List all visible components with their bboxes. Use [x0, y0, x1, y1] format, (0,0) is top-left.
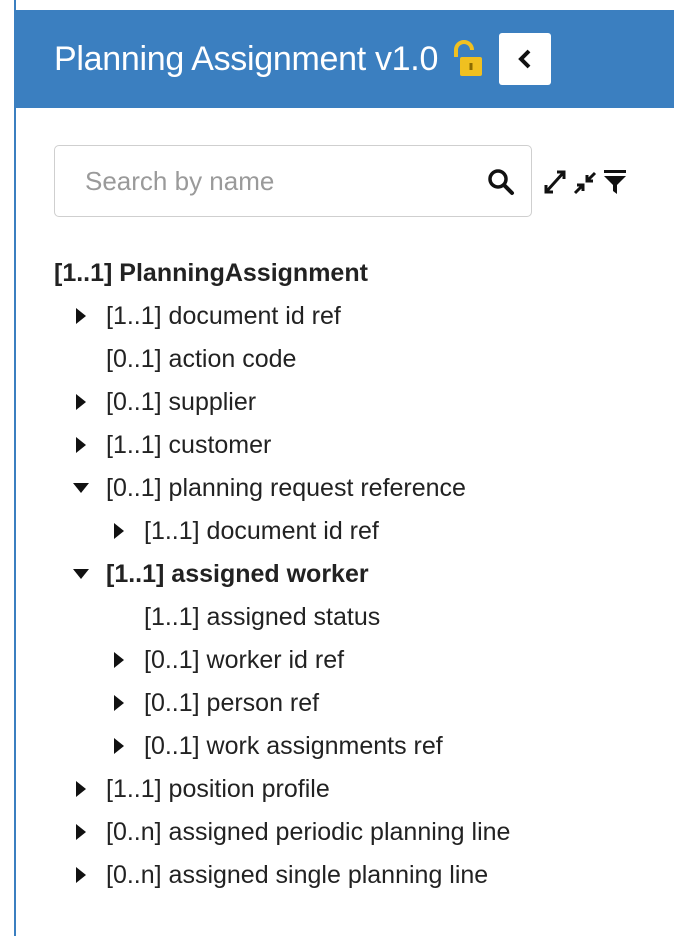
caret-down-icon[interactable]: [72, 565, 90, 583]
tree-node[interactable]: [0..1] work assignments ref: [54, 725, 674, 768]
tree-node-label: [0..1] work assignments ref: [144, 732, 443, 760]
caret-right-icon[interactable]: [72, 436, 90, 454]
caret-right-icon[interactable]: [72, 866, 90, 884]
caret-right-icon[interactable]: [72, 823, 90, 841]
collapse-panel-button[interactable]: [499, 33, 552, 85]
tree-node[interactable]: [1..1] document id ref: [54, 295, 674, 338]
caret-right-icon[interactable]: [72, 780, 90, 798]
element-tree: [1..1] PlanningAssignment [1..1] documen…: [54, 252, 674, 897]
panel-header: Planning Assignment v1.0: [16, 10, 674, 108]
unlocked-padlock-icon[interactable]: [450, 40, 484, 78]
tree-node-label: [1..1] document id ref: [144, 517, 379, 545]
tree-node-label: [0..n] assigned periodic planning line: [106, 818, 511, 846]
caret-down-icon[interactable]: [72, 479, 90, 497]
caret-right-icon[interactable]: [72, 393, 90, 411]
tree-root-node[interactable]: [1..1] PlanningAssignment: [54, 252, 674, 295]
tree-node[interactable]: [0..1] action code: [54, 338, 674, 381]
tree-node[interactable]: [0..n] assigned single planning line: [54, 854, 674, 897]
tree-node[interactable]: [1..1] customer: [54, 424, 674, 467]
expand-all-icon[interactable]: [542, 168, 568, 196]
tree-node-label: [1..1] document id ref: [106, 302, 341, 330]
tree-node-label: [0..1] supplier: [106, 388, 257, 416]
tree-node[interactable]: [1..1] document id ref: [54, 510, 674, 553]
caret-right-icon[interactable]: [110, 651, 128, 669]
panel-title: Planning Assignment v1.0: [54, 39, 439, 78]
tree-node[interactable]: [1..1] position profile: [54, 768, 674, 811]
search-input[interactable]: [83, 164, 467, 198]
tree-node[interactable]: [0..n] assigned periodic planning line: [54, 811, 674, 854]
caret-right-icon[interactable]: [72, 307, 90, 325]
caret-right-icon[interactable]: [110, 694, 128, 712]
tree-node[interactable]: [1..1] assigned worker: [54, 553, 674, 596]
caret-right-icon[interactable]: [110, 737, 128, 755]
tree-node-label: [1..1] assigned status: [144, 603, 381, 631]
tree-node-label: [1..1] position profile: [106, 775, 330, 803]
filter-icon[interactable]: [602, 168, 628, 196]
tree-node-label: [0..1] planning request reference: [106, 474, 466, 502]
tree-root-label: [1..1] PlanningAssignment: [54, 259, 368, 287]
tree-node[interactable]: [0..1] supplier: [54, 381, 674, 424]
tree-node[interactable]: [0..1] worker id ref: [54, 639, 674, 682]
chevron-left-icon: [518, 49, 531, 69]
tree-node-label: [0..n] assigned single planning line: [106, 861, 489, 889]
tree-node-label: [0..1] action code: [106, 345, 297, 373]
search-icon[interactable]: [487, 168, 515, 196]
tree-node[interactable]: [0..1] person ref: [54, 682, 674, 725]
search-box: [54, 145, 532, 217]
tree-node[interactable]: [0..1] planning request reference: [54, 467, 674, 510]
tree-node[interactable]: [1..1] assigned status: [54, 596, 674, 639]
caret-right-icon[interactable]: [110, 522, 128, 540]
planning-assignment-panel: Planning Assignment v1.0 Search by name …: [14, 0, 674, 936]
collapse-all-icon[interactable]: [572, 168, 598, 196]
tree-node-label: [1..1] assigned worker: [106, 560, 369, 588]
tree-node-label: [0..1] person ref: [144, 689, 320, 717]
tree-node-label: [0..1] worker id ref: [144, 646, 345, 674]
tree-node-label: [1..1] customer: [106, 431, 272, 459]
